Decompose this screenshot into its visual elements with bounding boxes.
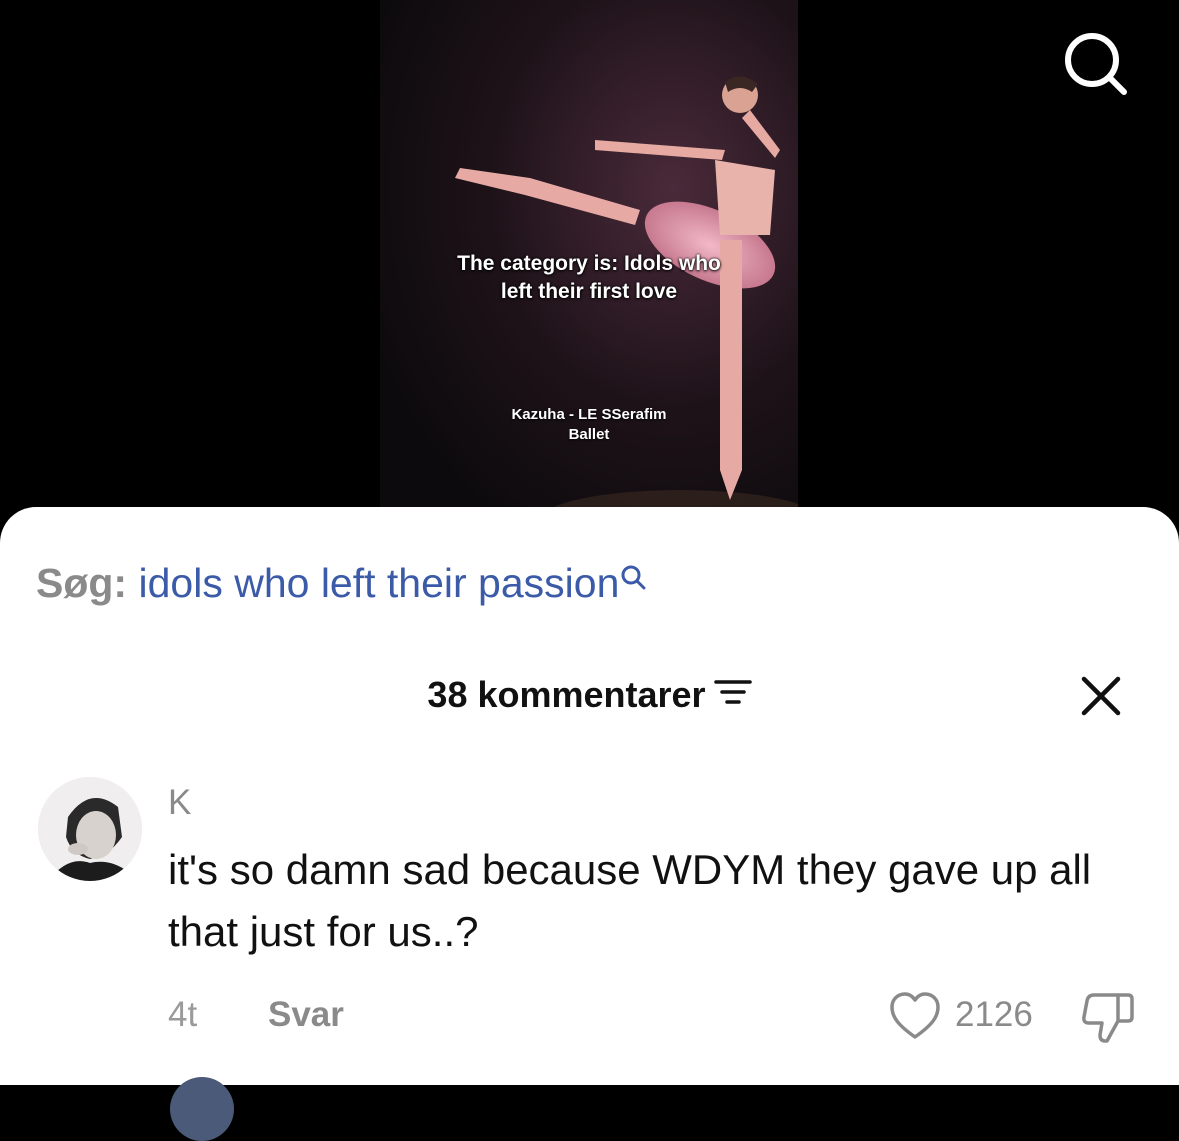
video-area[interactable]: The category is: Idols who left their fi… <box>0 0 1179 540</box>
like-count: 2126 <box>955 995 1033 1034</box>
video-overlay-caption: Kazuha - LE SSerafim Ballet <box>380 405 798 445</box>
filter-sort-icon[interactable] <box>713 675 752 715</box>
comment-username[interactable]: K <box>168 783 191 823</box>
thumbs-down-icon[interactable] <box>1080 991 1136 1045</box>
video-overlay-title: The category is: Idols who left their fi… <box>380 250 798 306</box>
comments-header: 38 kommentarer <box>0 675 1179 715</box>
comment-text: it's so damn sad because WDYM they gave … <box>168 846 1092 955</box>
heart-icon[interactable] <box>888 991 942 1041</box>
search-icon <box>621 565 646 590</box>
overlay-title-line-2: left their first love <box>500 280 678 303</box>
comments-count: 38 kommentarer <box>427 674 706 715</box>
search-icon[interactable] <box>1060 30 1130 96</box>
search-suggestion-link[interactable]: idols who left their passion <box>139 560 620 606</box>
search-prefix: Søg: <box>36 560 128 606</box>
close-icon[interactable] <box>1080 675 1122 717</box>
caption-line-1: Kazuha - LE SSerafim <box>511 406 667 423</box>
reply-button[interactable]: Svar <box>268 995 344 1035</box>
avatar[interactable] <box>38 777 142 881</box>
overlay-title-line-1: The category is: Idols who <box>457 252 721 275</box>
comment-time: 4t <box>168 995 198 1034</box>
video-frame[interactable]: The category is: Idols who left their fi… <box>380 0 798 540</box>
caption-line-2: Ballet <box>568 426 610 443</box>
next-comment-avatar[interactable] <box>170 1077 234 1141</box>
search-suggestion[interactable]: Søg: idols who left their passion <box>36 559 647 607</box>
comments-sheet: Søg: idols who left their passion 38 kom… <box>0 507 1179 1141</box>
